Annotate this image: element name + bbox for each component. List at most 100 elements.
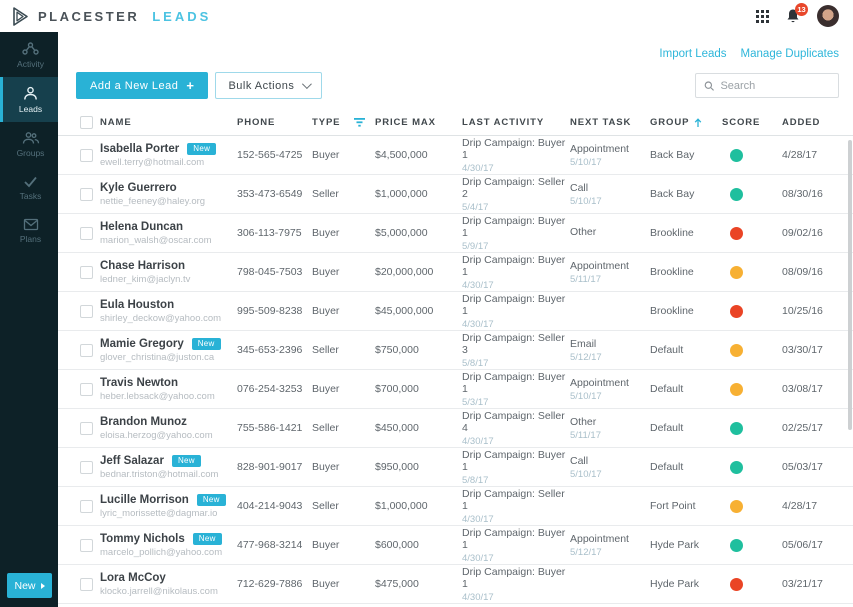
lead-name[interactable]: Jeff Salazar (100, 455, 164, 467)
column-header-added[interactable]: ADDED (782, 117, 853, 128)
lead-type: Buyer (312, 383, 375, 395)
table-row[interactable]: Mamie Gregory New glover_christina@justo… (58, 331, 853, 370)
row-checkbox[interactable] (80, 305, 93, 318)
lead-price-max: $45,000,000 (375, 305, 462, 317)
user-avatar[interactable] (817, 5, 839, 27)
select-all-checkbox[interactable] (80, 116, 93, 129)
column-header-score[interactable]: SCORE (722, 117, 782, 128)
last-activity-date: 4/30/17 (462, 553, 570, 564)
score-dot (730, 461, 743, 474)
added-date: 02/25/17 (782, 422, 853, 434)
column-header-last-activity[interactable]: LAST ACTIVITY (462, 117, 570, 128)
sidebar-item-tasks[interactable]: Tasks (0, 166, 58, 209)
column-header-name[interactable]: NAME (100, 117, 237, 128)
row-checkbox[interactable] (80, 383, 93, 396)
new-badge: New (192, 338, 221, 350)
row-checkbox[interactable] (80, 266, 93, 279)
lead-name[interactable]: Mamie Gregory (100, 338, 184, 350)
lead-name[interactable]: Tommy Nichols (100, 533, 185, 545)
add-new-lead-button[interactable]: Add a New Lead + (76, 72, 208, 99)
new-button[interactable]: New (7, 573, 52, 598)
table-row[interactable]: Eula Houston New shirley_deckow@yahoo.co… (58, 292, 853, 331)
last-activity: Drip Campaign: Buyer 1 (462, 137, 570, 161)
row-checkbox[interactable] (80, 500, 93, 513)
notifications-button[interactable]: 13 (785, 8, 801, 24)
filter-icon[interactable] (354, 118, 365, 127)
score-dot (730, 149, 743, 162)
lead-price-max: $20,000,000 (375, 266, 462, 278)
last-activity-date: 4/30/17 (462, 592, 570, 603)
row-checkbox[interactable] (80, 422, 93, 435)
lead-email: ewell.terry@hotmail.com (100, 157, 237, 168)
lead-phone: 306-113-7975 (237, 227, 312, 239)
column-header-next-task[interactable]: NEXT TASK (570, 117, 650, 128)
lead-phone: 798-045-7503 (237, 266, 312, 278)
lead-name[interactable]: Lora McCoy (100, 572, 166, 584)
lead-name[interactable]: Eula Houston (100, 299, 174, 311)
added-date: 08/30/16 (782, 188, 853, 200)
activity-icon (22, 41, 39, 56)
score-dot (730, 227, 743, 240)
table-row[interactable]: Lora McCoy New klocko.jarrell@nikolaus.c… (58, 565, 853, 604)
table-row[interactable]: Chase Harrison New ledner_kim@jaclyn.tv … (58, 253, 853, 292)
sidebar-item-groups[interactable]: Groups (0, 122, 58, 166)
row-checkbox[interactable] (80, 227, 93, 240)
lead-name[interactable]: Helena Duncan (100, 221, 183, 233)
row-checkbox[interactable] (80, 344, 93, 357)
table-row[interactable]: Brandon Munoz New eloisa.herzog@yahoo.co… (58, 409, 853, 448)
plans-icon (23, 218, 39, 231)
added-date: 03/08/17 (782, 383, 853, 395)
lead-name[interactable]: Brandon Munoz (100, 416, 187, 428)
lead-name[interactable]: Kyle Guerrero (100, 182, 177, 194)
bulk-actions-button[interactable]: Bulk Actions (215, 72, 322, 99)
lead-email: lyric_morissette@dagmar.io (100, 508, 237, 519)
lead-price-max: $1,000,000 (375, 188, 462, 200)
table-row[interactable]: Tommy Nichols New marcelo_pollich@yahoo.… (58, 526, 853, 565)
sidebar-item-plans[interactable]: Plans (0, 209, 58, 252)
table-row[interactable]: Travis Newton New heber.lebsack@yahoo.co… (58, 370, 853, 409)
table-row[interactable]: Lucille Morrison New lyric_morissette@da… (58, 487, 853, 526)
manage-duplicates-link[interactable]: Manage Duplicates (741, 48, 839, 60)
scrollbar-thumb[interactable] (848, 140, 852, 430)
lead-type: Buyer (312, 461, 375, 473)
column-header-phone[interactable]: PHONE (237, 117, 312, 128)
row-checkbox[interactable] (80, 461, 93, 474)
lead-email: shirley_deckow@yahoo.com (100, 313, 237, 324)
table-row[interactable]: Helena Duncan New marion_walsh@oscar.com… (58, 214, 853, 253)
table-row[interactable]: Isabella Porter New ewell.terry@hotmail.… (58, 136, 853, 175)
last-activity: Drip Campaign: Buyer 1 (462, 566, 570, 590)
lead-type: Seller (312, 344, 375, 356)
lead-price-max: $600,000 (375, 539, 462, 551)
row-checkbox[interactable] (80, 539, 93, 552)
column-header-group[interactable]: GROUP (650, 117, 722, 128)
lead-name[interactable]: Chase Harrison (100, 260, 185, 272)
table-row[interactable]: Jeff Salazar New bednar.triston@hotmail.… (58, 448, 853, 487)
row-checkbox[interactable] (80, 578, 93, 591)
search-input[interactable] (720, 80, 830, 92)
logo[interactable]: PLACESTER LEADS (10, 6, 211, 27)
lead-name[interactable]: Travis Newton (100, 377, 178, 389)
lead-email: heber.lebsack@yahoo.com (100, 391, 237, 402)
row-checkbox[interactable] (80, 188, 93, 201)
added-date: 03/30/17 (782, 344, 853, 356)
last-activity-date: 4/30/17 (462, 163, 570, 174)
lead-price-max: $1,000,000 (375, 500, 462, 512)
next-task: Appointment (570, 533, 650, 545)
lead-group: Hyde Park (650, 578, 722, 590)
table-body: Isabella Porter New ewell.terry@hotmail.… (58, 136, 853, 604)
lead-name[interactable]: Lucille Morrison (100, 494, 189, 506)
column-header-type[interactable]: TYPE (312, 117, 375, 128)
lead-name[interactable]: Isabella Porter (100, 143, 179, 155)
app-grid-icon[interactable] (756, 10, 769, 23)
row-checkbox[interactable] (80, 149, 93, 162)
score-dot (730, 344, 743, 357)
import-leads-link[interactable]: Import Leads (659, 48, 726, 60)
next-task: Email (570, 338, 650, 350)
lead-email: bednar.triston@hotmail.com (100, 469, 237, 480)
column-header-price-max[interactable]: PRICE MAX (375, 117, 462, 128)
notification-count-badge: 13 (795, 3, 808, 16)
last-activity-date: 5/3/17 (462, 397, 570, 408)
table-row[interactable]: Kyle Guerrero New nettie_feeney@haley.or… (58, 175, 853, 214)
sidebar-item-leads[interactable]: Leads (0, 77, 58, 122)
sidebar-item-activity[interactable]: Activity (0, 32, 58, 77)
